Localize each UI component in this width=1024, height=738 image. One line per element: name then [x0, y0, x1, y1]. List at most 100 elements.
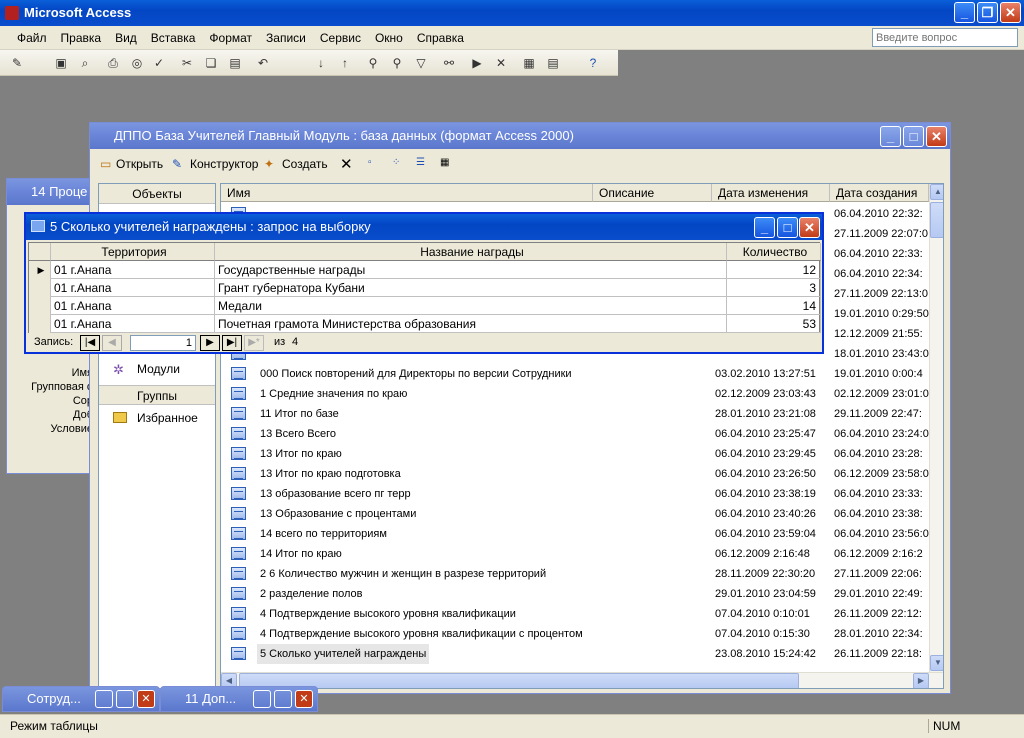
database-window[interactable]: ДППО База Учителей Главный Модуль : база… — [89, 122, 951, 694]
db-close-button[interactable]: ✕ — [926, 126, 947, 147]
menu-item[interactable]: Правка — [54, 28, 109, 48]
menu-item[interactable]: Формат — [202, 28, 259, 48]
new-record-icon[interactable]: ▶ — [468, 54, 486, 72]
scroll-thumb[interactable] — [930, 202, 943, 238]
list-item[interactable]: 4 Подтверждение высокого уровня квалифик… — [221, 624, 929, 644]
cell-count[interactable]: 53 — [727, 315, 821, 333]
list-item[interactable]: 14 всего по территориям 06.04.2010 23:59:… — [221, 524, 929, 544]
query-close-button[interactable]: ✕ — [799, 217, 820, 238]
cell-award[interactable]: Грант губернатора Кубани — [215, 279, 727, 297]
table-row[interactable]: 01 г.Анапа Почетная грамота Министерства … — [29, 315, 821, 333]
record-selector[interactable]: ▶ — [29, 261, 51, 279]
list-item[interactable]: 2 6 Количество мужчин и женщин в разрезе… — [221, 564, 929, 584]
record-selector[interactable] — [29, 315, 51, 333]
next-record-button[interactable]: ▶ — [200, 335, 220, 351]
new-record-button[interactable]: ▶* — [244, 335, 264, 351]
col-award[interactable]: Название награды — [215, 243, 727, 261]
list-item[interactable]: 11 Итог по базе 28.01.2010 23:21:08 29.11.… — [221, 404, 929, 424]
list-item[interactable]: 2 разделение полов 29.01.2010 23:04:59 29.… — [221, 584, 929, 604]
save-icon[interactable]: ▣ — [52, 54, 70, 72]
new-object-icon[interactable]: ▤ — [544, 54, 562, 72]
search-file-icon[interactable]: ⌕ — [76, 54, 94, 72]
cell-territory[interactable]: 01 г.Анапа — [51, 279, 215, 297]
col-name[interactable]: Имя — [221, 184, 593, 202]
nav-modules[interactable]: Модули — [137, 362, 180, 376]
menu-item[interactable]: Справка — [410, 28, 471, 48]
delete-icon[interactable]: ✕ — [340, 155, 353, 173]
col-created[interactable]: Дата создания — [830, 184, 929, 202]
restore-button[interactable]: ❐ — [977, 2, 998, 23]
db-maximize-button[interactable]: □ — [903, 126, 924, 147]
list-item[interactable]: 13 образование всего пг терр 06.04.2010 2… — [221, 484, 929, 504]
query-minimize-button[interactable]: _ — [754, 217, 775, 238]
nav-favorites[interactable]: Избранное — [137, 411, 198, 425]
preview-icon[interactable]: ◎ — [128, 54, 146, 72]
large-icons-icon[interactable]: ▫ — [368, 157, 372, 168]
list-item[interactable]: 000 Поиск повторений для Директоры по ве… — [221, 364, 929, 384]
hscroll-thumb[interactable] — [239, 673, 799, 688]
record-number-input[interactable] — [130, 335, 196, 351]
scroll-up-icon[interactable]: ▲ — [930, 184, 943, 200]
sort-desc-icon[interactable]: ↑ — [336, 54, 354, 72]
paste-icon[interactable]: ▤ — [226, 54, 244, 72]
list-item[interactable]: 13 Итог по краю 06.04.2010 23:29:45 06.04.… — [221, 444, 929, 464]
details-icon[interactable]: ▦ — [440, 157, 449, 168]
view-icon[interactable]: ✎ — [8, 54, 26, 72]
col-modified[interactable]: Дата изменения — [712, 184, 830, 202]
col-count[interactable]: Количество — [727, 243, 821, 261]
database-window-icon[interactable]: ▦ — [520, 54, 538, 72]
col-description[interactable]: Описание — [593, 184, 712, 202]
record-selector[interactable] — [29, 279, 51, 297]
create-button[interactable]: Создать — [282, 157, 328, 171]
filter-form-icon[interactable]: ⚲ — [388, 54, 406, 72]
query-list-vscroll[interactable]: ▲ ▼ — [929, 184, 943, 672]
cell-count[interactable]: 3 — [727, 279, 821, 297]
open-button[interactable]: Открыть — [116, 157, 163, 171]
filter-icon[interactable]: ▽ — [412, 54, 430, 72]
print-icon[interactable]: ⎙ — [104, 54, 122, 72]
list-item[interactable]: 13 Всего Всего 06.04.2010 23:25:47 06.04.2… — [221, 424, 929, 444]
menu-item[interactable]: Вставка — [144, 28, 203, 48]
mini-close-icon[interactable]: ✕ — [295, 690, 313, 708]
mini-max-icon[interactable] — [274, 690, 292, 708]
mini-close-icon[interactable]: ✕ — [137, 690, 155, 708]
last-record-button[interactable]: ▶| — [222, 335, 242, 351]
cut-icon[interactable]: ✂ — [178, 54, 196, 72]
filter-selection-icon[interactable]: ⚲ — [364, 54, 382, 72]
mini-restore-icon[interactable] — [253, 690, 271, 708]
table-row[interactable]: ▶ 01 г.Анапа Государственные награды 12 — [29, 261, 821, 279]
first-record-button[interactable]: |◀ — [80, 335, 100, 351]
table-row[interactable]: 01 г.Анапа Медали 14 — [29, 297, 821, 315]
query-window[interactable]: 5 Сколько учителей награждены : запрос н… — [24, 212, 824, 354]
mini-restore-icon[interactable] — [95, 690, 113, 708]
col-territory[interactable]: Территория — [51, 243, 215, 261]
spelling-icon[interactable]: ✓ — [150, 54, 168, 72]
prev-record-button[interactable]: ◀ — [102, 335, 122, 351]
minimized-window[interactable]: Сотруд... ✕ — [2, 686, 160, 712]
help-icon[interactable]: ? — [584, 54, 602, 72]
scroll-right-icon[interactable]: ▶ — [913, 673, 929, 688]
record-selector[interactable] — [29, 297, 51, 315]
cell-territory[interactable]: 01 г.Анапа — [51, 315, 215, 333]
menu-item[interactable]: Окно — [368, 28, 410, 48]
menu-item[interactable]: Записи — [259, 28, 313, 48]
list-icon[interactable]: ☰ — [416, 157, 425, 168]
list-item[interactable]: 5 Сколько учителей награждены 23.08.2010 … — [221, 644, 929, 664]
cell-award[interactable]: Медали — [215, 297, 727, 315]
list-item[interactable]: 1 Средние значения по краю 02.12.2009 23:… — [221, 384, 929, 404]
groups-header[interactable]: Группы — [99, 385, 215, 405]
help-question-input[interactable] — [872, 28, 1018, 47]
cell-count[interactable]: 14 — [727, 297, 821, 315]
small-icons-icon[interactable]: ⁘ — [392, 157, 400, 168]
cell-territory[interactable]: 01 г.Анапа — [51, 261, 215, 279]
cell-territory[interactable]: 01 г.Анапа — [51, 297, 215, 315]
menu-item[interactable]: Сервис — [313, 28, 368, 48]
cell-award[interactable]: Почетная грамота Министерства образовани… — [215, 315, 727, 333]
list-item[interactable]: 13 Образование с процентами 06.04.2010 23… — [221, 504, 929, 524]
scroll-down-icon[interactable]: ▼ — [930, 655, 943, 671]
cell-count[interactable]: 12 — [727, 261, 821, 279]
mini-max-icon[interactable] — [116, 690, 134, 708]
sort-asc-icon[interactable]: ↓ — [312, 54, 330, 72]
query-maximize-button[interactable]: □ — [777, 217, 798, 238]
undo-icon[interactable]: ↶ — [254, 54, 272, 72]
